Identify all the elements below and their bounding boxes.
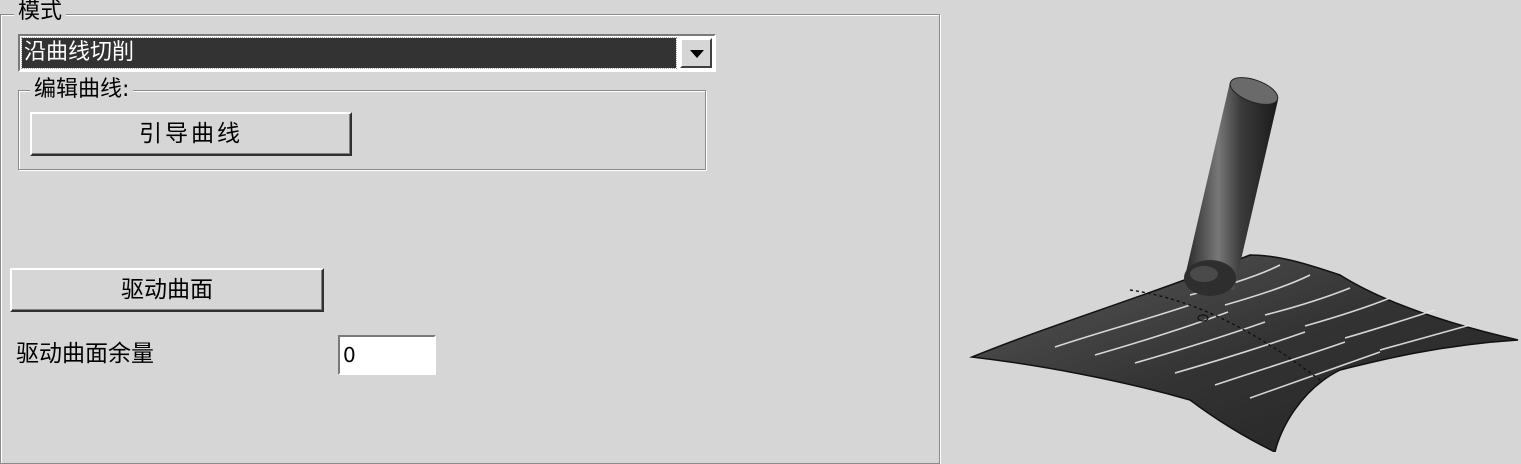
drive-surface-allowance-label: 驱动曲面余量	[16, 341, 154, 367]
mode-select[interactable]: 沿曲线切削	[18, 34, 716, 72]
mode-select-value[interactable]: 沿曲线切削	[21, 37, 677, 69]
mode-groupbox	[0, 14, 940, 464]
guide-curve-button[interactable]: 引导曲线	[30, 112, 352, 156]
ball-end-mill-on-surface-icon	[969, 77, 1519, 452]
edit-curve-group-label: 编辑曲线:	[30, 78, 134, 102]
drive-surface-button[interactable]: 驱动曲面	[10, 268, 324, 312]
mode-group-label: 模式	[14, 0, 67, 24]
drive-surface-allowance-input[interactable]	[338, 335, 436, 375]
chevron-down-icon[interactable]	[680, 38, 712, 68]
